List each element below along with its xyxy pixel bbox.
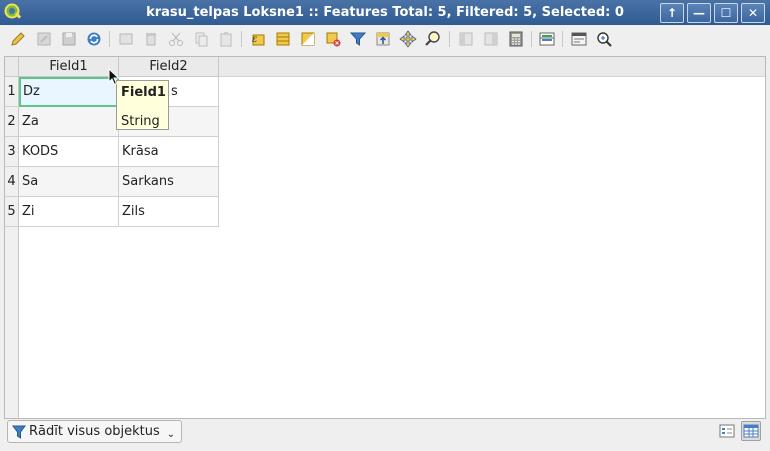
feature-filter-button[interactable]: Rādīt visus objektus ⌄ (7, 420, 183, 443)
delete-feature-icon[interactable] (141, 29, 161, 49)
close-button[interactable]: ✕ (741, 3, 765, 23)
save-edits-icon[interactable] (34, 29, 54, 49)
pan-to-selected-icon[interactable] (398, 29, 418, 49)
table-cell-field2[interactable]: Sarkans (119, 167, 219, 197)
maximize-button[interactable]: ☐ (714, 3, 738, 23)
table-cell-field1[interactable]: KODS (19, 137, 119, 167)
filter-selection-icon[interactable] (348, 29, 368, 49)
delete-field-icon[interactable] (481, 29, 501, 49)
save-icon[interactable] (59, 29, 79, 49)
actions-icon[interactable] (594, 29, 614, 49)
pencil-icon[interactable] (8, 29, 28, 49)
select-by-expression-icon[interactable]: ε (248, 29, 268, 49)
copy-icon[interactable] (191, 29, 211, 49)
mouse-cursor-icon (108, 68, 120, 86)
form-view-button[interactable] (717, 421, 737, 441)
row-header[interactable]: 4 (5, 167, 19, 197)
filter-icon (12, 425, 26, 439)
table-corner[interactable] (5, 57, 19, 77)
move-selection-to-top-icon[interactable] (373, 29, 393, 49)
tooltip-field-type: String (121, 114, 160, 129)
window-title: krasu_telpas Loksne1 :: Features Total: … (146, 5, 624, 20)
add-feature-icon[interactable] (116, 29, 136, 49)
column-header-field2[interactable]: Field2 (119, 57, 219, 77)
paste-icon[interactable] (216, 29, 236, 49)
title-bar: krasu_telpas Loksne1 :: Features Total: … (0, 0, 770, 25)
table-view-button[interactable] (741, 421, 761, 441)
column-header-field1[interactable]: Field1 (19, 57, 119, 77)
select-all-icon[interactable] (273, 29, 293, 49)
row-header[interactable]: 1 (5, 77, 19, 107)
form-view-icon (719, 424, 735, 438)
row-header[interactable]: 3 (5, 137, 19, 167)
tooltip-field-name: Field1 (121, 85, 166, 100)
minimize-button[interactable]: — (687, 3, 711, 23)
row-header[interactable]: 5 (5, 197, 19, 227)
row-header[interactable]: 2 (5, 107, 19, 137)
table-cell-field2[interactable]: Krāsa (119, 137, 219, 167)
conditional-formatting-icon[interactable] (537, 29, 557, 49)
zoom-to-selected-icon[interactable] (423, 29, 443, 49)
svg-text:ε: ε (252, 34, 257, 45)
keep-above-button[interactable]: ↑ (660, 3, 684, 23)
table-cell-field1[interactable]: Zi (19, 197, 119, 227)
table-view-icon (743, 424, 759, 438)
chevron-down-icon: ⌄ (166, 429, 176, 440)
cut-icon[interactable] (166, 29, 186, 49)
attribute-toolbar: ε (0, 25, 770, 53)
reload-icon[interactable] (84, 29, 104, 49)
table-cell-field1[interactable]: Sa (19, 167, 119, 197)
new-field-icon[interactable] (456, 29, 476, 49)
table-cell-field1[interactable]: Dz (19, 77, 119, 107)
dock-icon[interactable] (569, 29, 589, 49)
column-tooltip: Field1 String (116, 80, 169, 130)
deselect-all-icon[interactable] (323, 29, 343, 49)
feature-filter-label: Rādīt visus objektus (29, 424, 160, 439)
field-calculator-icon[interactable] (506, 29, 526, 49)
invert-selection-icon[interactable] (298, 29, 318, 49)
table-cell-field1[interactable]: Za (19, 107, 119, 137)
table-cell-field2[interactable]: Zils (119, 197, 219, 227)
